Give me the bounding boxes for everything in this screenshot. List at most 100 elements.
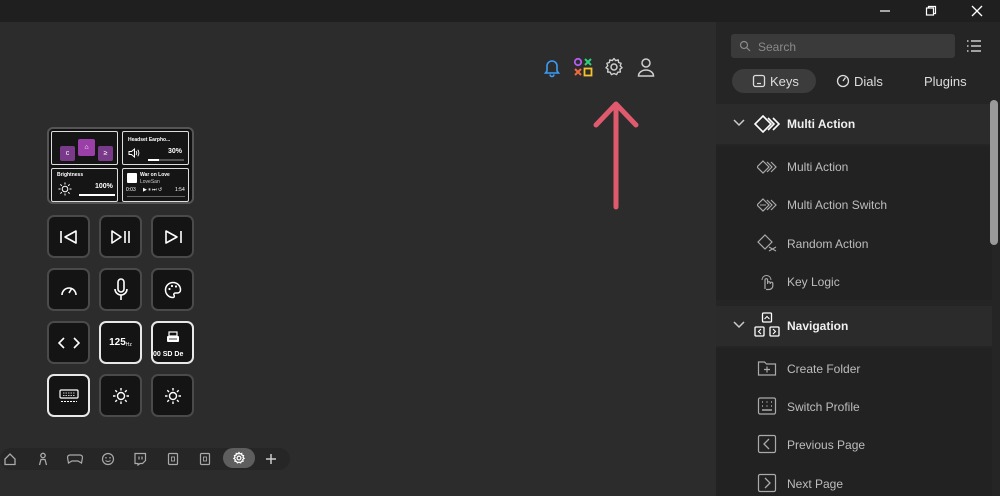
- brightness-down-key[interactable]: [99, 374, 142, 417]
- action-next-page[interactable]: Next Page: [787, 477, 843, 491]
- palette-key[interactable]: [151, 268, 194, 311]
- lcd-touch-strip[interactable]: c ⌂ ≥ Headset Earpho... 30% Brightness 1…: [47, 127, 194, 204]
- printer-icon: [167, 331, 179, 342]
- lcd-key-2: ⌂: [78, 139, 95, 156]
- key-icon: [752, 74, 766, 88]
- lcd-cell-brightness[interactable]: Brightness 100%: [51, 168, 118, 202]
- next-track-icon: [164, 229, 182, 244]
- close-icon[interactable]: [954, 0, 1000, 22]
- microphone-icon: [113, 277, 128, 300]
- restore-icon[interactable]: [908, 0, 954, 22]
- lcd-audio-value: 30%: [168, 148, 183, 155]
- action-switch-profile[interactable]: Switch Profile: [787, 400, 860, 414]
- album-art: [127, 173, 137, 183]
- lcd-cell-keys[interactable]: c ⌂ ≥: [51, 131, 118, 165]
- code-key[interactable]: [47, 321, 90, 364]
- lcd-audio-title: Headset Earpho...: [128, 137, 171, 143]
- previous-track-key[interactable]: [47, 215, 90, 258]
- play-pause-icon: [110, 229, 130, 244]
- gamepad-icon[interactable]: [66, 451, 84, 467]
- group-title: Multi Action: [787, 117, 856, 131]
- dial-icon: [836, 74, 850, 88]
- multi-action-switch-icon: [757, 198, 777, 212]
- action-create-folder[interactable]: Create Folder: [787, 362, 860, 376]
- previous-page-icon: [757, 434, 777, 454]
- annotation-arrow: [590, 97, 642, 213]
- gear-icon[interactable]: [603, 56, 625, 78]
- brightness-level-fill: [79, 194, 115, 196]
- search-icon: [739, 40, 751, 52]
- lcd-brightness-value: 100%: [95, 183, 113, 190]
- keyboard-icon: [58, 388, 79, 402]
- user-icon[interactable]: [635, 56, 657, 78]
- chevron-down-icon: [733, 321, 745, 329]
- action-random-action[interactable]: Random Action: [787, 237, 868, 251]
- page-icon[interactable]: [164, 451, 182, 467]
- device-key[interactable]: 00 SD De: [151, 321, 194, 364]
- marketplace-icon[interactable]: [572, 56, 594, 78]
- code-icon: [57, 336, 80, 349]
- brightness-up-key[interactable]: [151, 374, 194, 417]
- tab-dials[interactable]: Dials: [836, 69, 883, 93]
- emoji-icon[interactable]: [99, 451, 117, 467]
- sun-icon-2: [164, 387, 181, 404]
- lcd-key-2-label: ⌂: [84, 144, 89, 151]
- tab-plugins[interactable]: Plugins: [924, 69, 967, 93]
- next-page-icon: [757, 473, 777, 493]
- random-action-icon: [757, 234, 777, 252]
- search-placeholder: Search: [758, 40, 797, 54]
- search-input[interactable]: Search: [731, 34, 955, 58]
- keyboard-key[interactable]: [47, 374, 90, 417]
- speedometer-key[interactable]: [47, 268, 90, 311]
- play-pause-key[interactable]: [99, 215, 142, 258]
- person-icon[interactable]: [34, 451, 52, 467]
- switch-profile-icon: [757, 397, 777, 415]
- polling-rate-label: 125: [109, 337, 126, 348]
- polling-rate-key[interactable]: 125 Hz: [99, 321, 142, 364]
- action-multi-action[interactable]: Multi Action: [787, 160, 848, 174]
- lcd-media-controls: ▶ ⏸ ⏭ ↺: [143, 187, 163, 193]
- palette-icon: [164, 281, 181, 298]
- group-navigation[interactable]: Navigation: [716, 306, 992, 346]
- chevron-down-icon: [733, 119, 745, 127]
- polling-rate-unit: Hz: [125, 341, 132, 348]
- action-key-logic[interactable]: Key Logic: [787, 275, 840, 289]
- twitch-icon[interactable]: [131, 451, 149, 467]
- lcd-media-time-start: 0:03: [126, 187, 136, 193]
- action-multi-action-switch[interactable]: Multi Action Switch: [787, 198, 887, 212]
- microphone-key[interactable]: [99, 268, 142, 311]
- navigation-icon: [754, 312, 780, 337]
- create-folder-icon: [757, 361, 777, 376]
- lcd-key-1-label: c: [65, 150, 70, 157]
- lcd-media-title: War on Love: [140, 172, 170, 178]
- multi-action-icon-small: [757, 160, 777, 174]
- speedometer-icon: [60, 286, 77, 295]
- brightness-icon: [58, 182, 72, 196]
- lcd-cell-media[interactable]: War on Love LoveSan 0:03 ▶ ⏸ ⏭ ↺ 1:54: [122, 168, 189, 202]
- add-icon[interactable]: [262, 451, 280, 467]
- multi-action-icon: [754, 115, 780, 133]
- tab-plugins-label: Plugins: [924, 73, 967, 89]
- group-multi-action[interactable]: Multi Action: [716, 104, 992, 144]
- lcd-cell-audio[interactable]: Headset Earpho... 30%: [122, 131, 189, 165]
- lcd-key-3: ≥: [98, 146, 113, 161]
- brightness-level-track: [79, 194, 115, 196]
- minimize-icon[interactable]: [862, 0, 908, 22]
- settings-profile-button[interactable]: [223, 448, 255, 468]
- speaker-icon: [128, 148, 140, 158]
- page-icon-2[interactable]: [196, 451, 214, 467]
- main-canvas: [0, 22, 716, 496]
- device-label: 00 SD De: [153, 351, 184, 358]
- audio-level-fill: [148, 159, 159, 161]
- list-view-icon[interactable]: [966, 39, 982, 53]
- media-progress: [127, 196, 185, 197]
- lcd-brightness-label: Brightness: [57, 172, 84, 178]
- settings-icon: [232, 451, 246, 464]
- tab-keys[interactable]: Keys: [732, 69, 816, 93]
- tab-keys-label: Keys: [770, 73, 799, 89]
- sidebar-scrollbar[interactable]: [990, 100, 998, 245]
- next-track-key[interactable]: [151, 215, 194, 258]
- action-previous-page[interactable]: Previous Page: [787, 438, 865, 452]
- home-icon[interactable]: [1, 451, 19, 467]
- bell-icon[interactable]: [541, 56, 563, 78]
